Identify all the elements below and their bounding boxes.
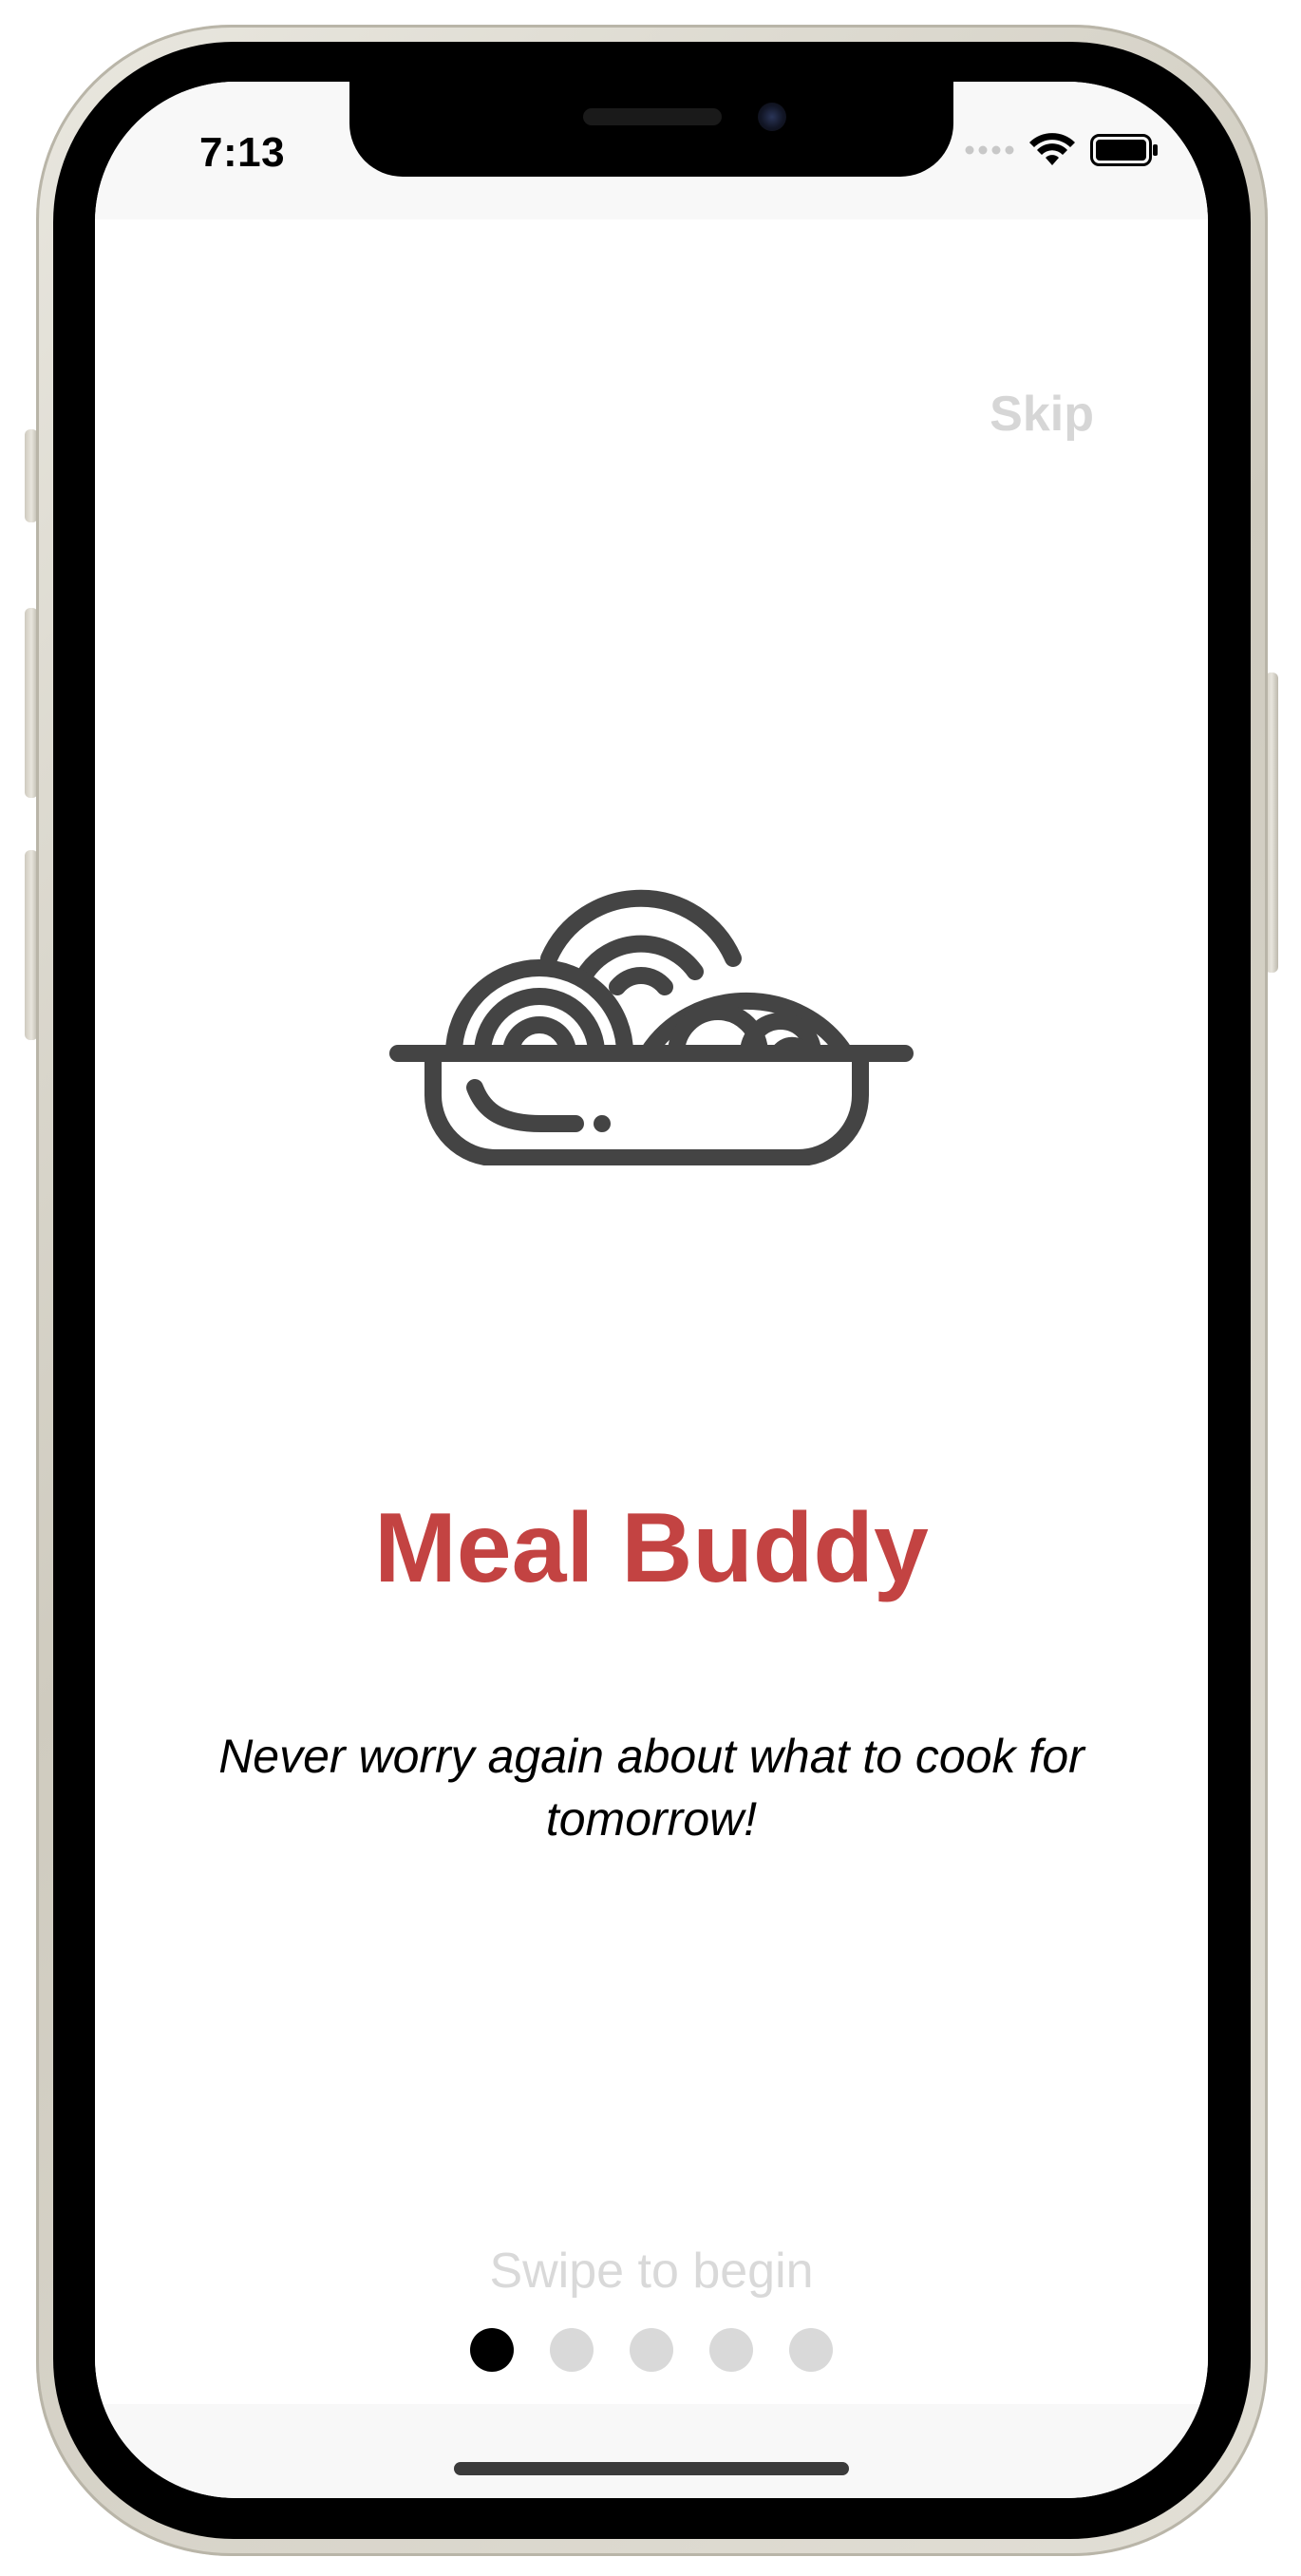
page-dot-2[interactable] <box>550 2328 594 2372</box>
front-camera <box>758 103 786 131</box>
status-time: 7:13 <box>199 129 286 176</box>
wifi-icon <box>1029 133 1075 165</box>
status-icons <box>965 133 1159 167</box>
page-dot-4[interactable] <box>709 2328 753 2372</box>
home-indicator-area <box>95 2404 1208 2498</box>
phone-screen: 7:13 Skip Meal Buddy Never worry again a… <box>95 82 1208 2498</box>
page-dot-3[interactable] <box>630 2328 673 2372</box>
battery-icon <box>1090 134 1158 166</box>
home-indicator[interactable] <box>454 2462 849 2475</box>
skip-button[interactable]: Skip <box>990 386 1094 443</box>
page-indicator[interactable] <box>95 2328 1208 2372</box>
app-title: Meal Buddy <box>374 1493 929 1603</box>
status-bar: 7:13 <box>95 82 1208 219</box>
onboarding-page: Skip Meal Buddy Never worry again about … <box>95 219 1208 2404</box>
device-stage: 7:13 Skip Meal Buddy Never worry again a… <box>0 0 1301 2576</box>
tagline: Never worry again about what to cook for… <box>218 1730 1084 1846</box>
notch <box>349 82 953 177</box>
earpiece-speaker <box>583 108 722 125</box>
page-dot-1[interactable] <box>470 2328 514 2372</box>
page-dot-5[interactable] <box>789 2328 833 2372</box>
noodle-bowl-icon <box>389 889 914 1165</box>
swipe-hint: Swipe to begin <box>489 2244 814 2299</box>
signal-dots-icon <box>965 145 1014 155</box>
